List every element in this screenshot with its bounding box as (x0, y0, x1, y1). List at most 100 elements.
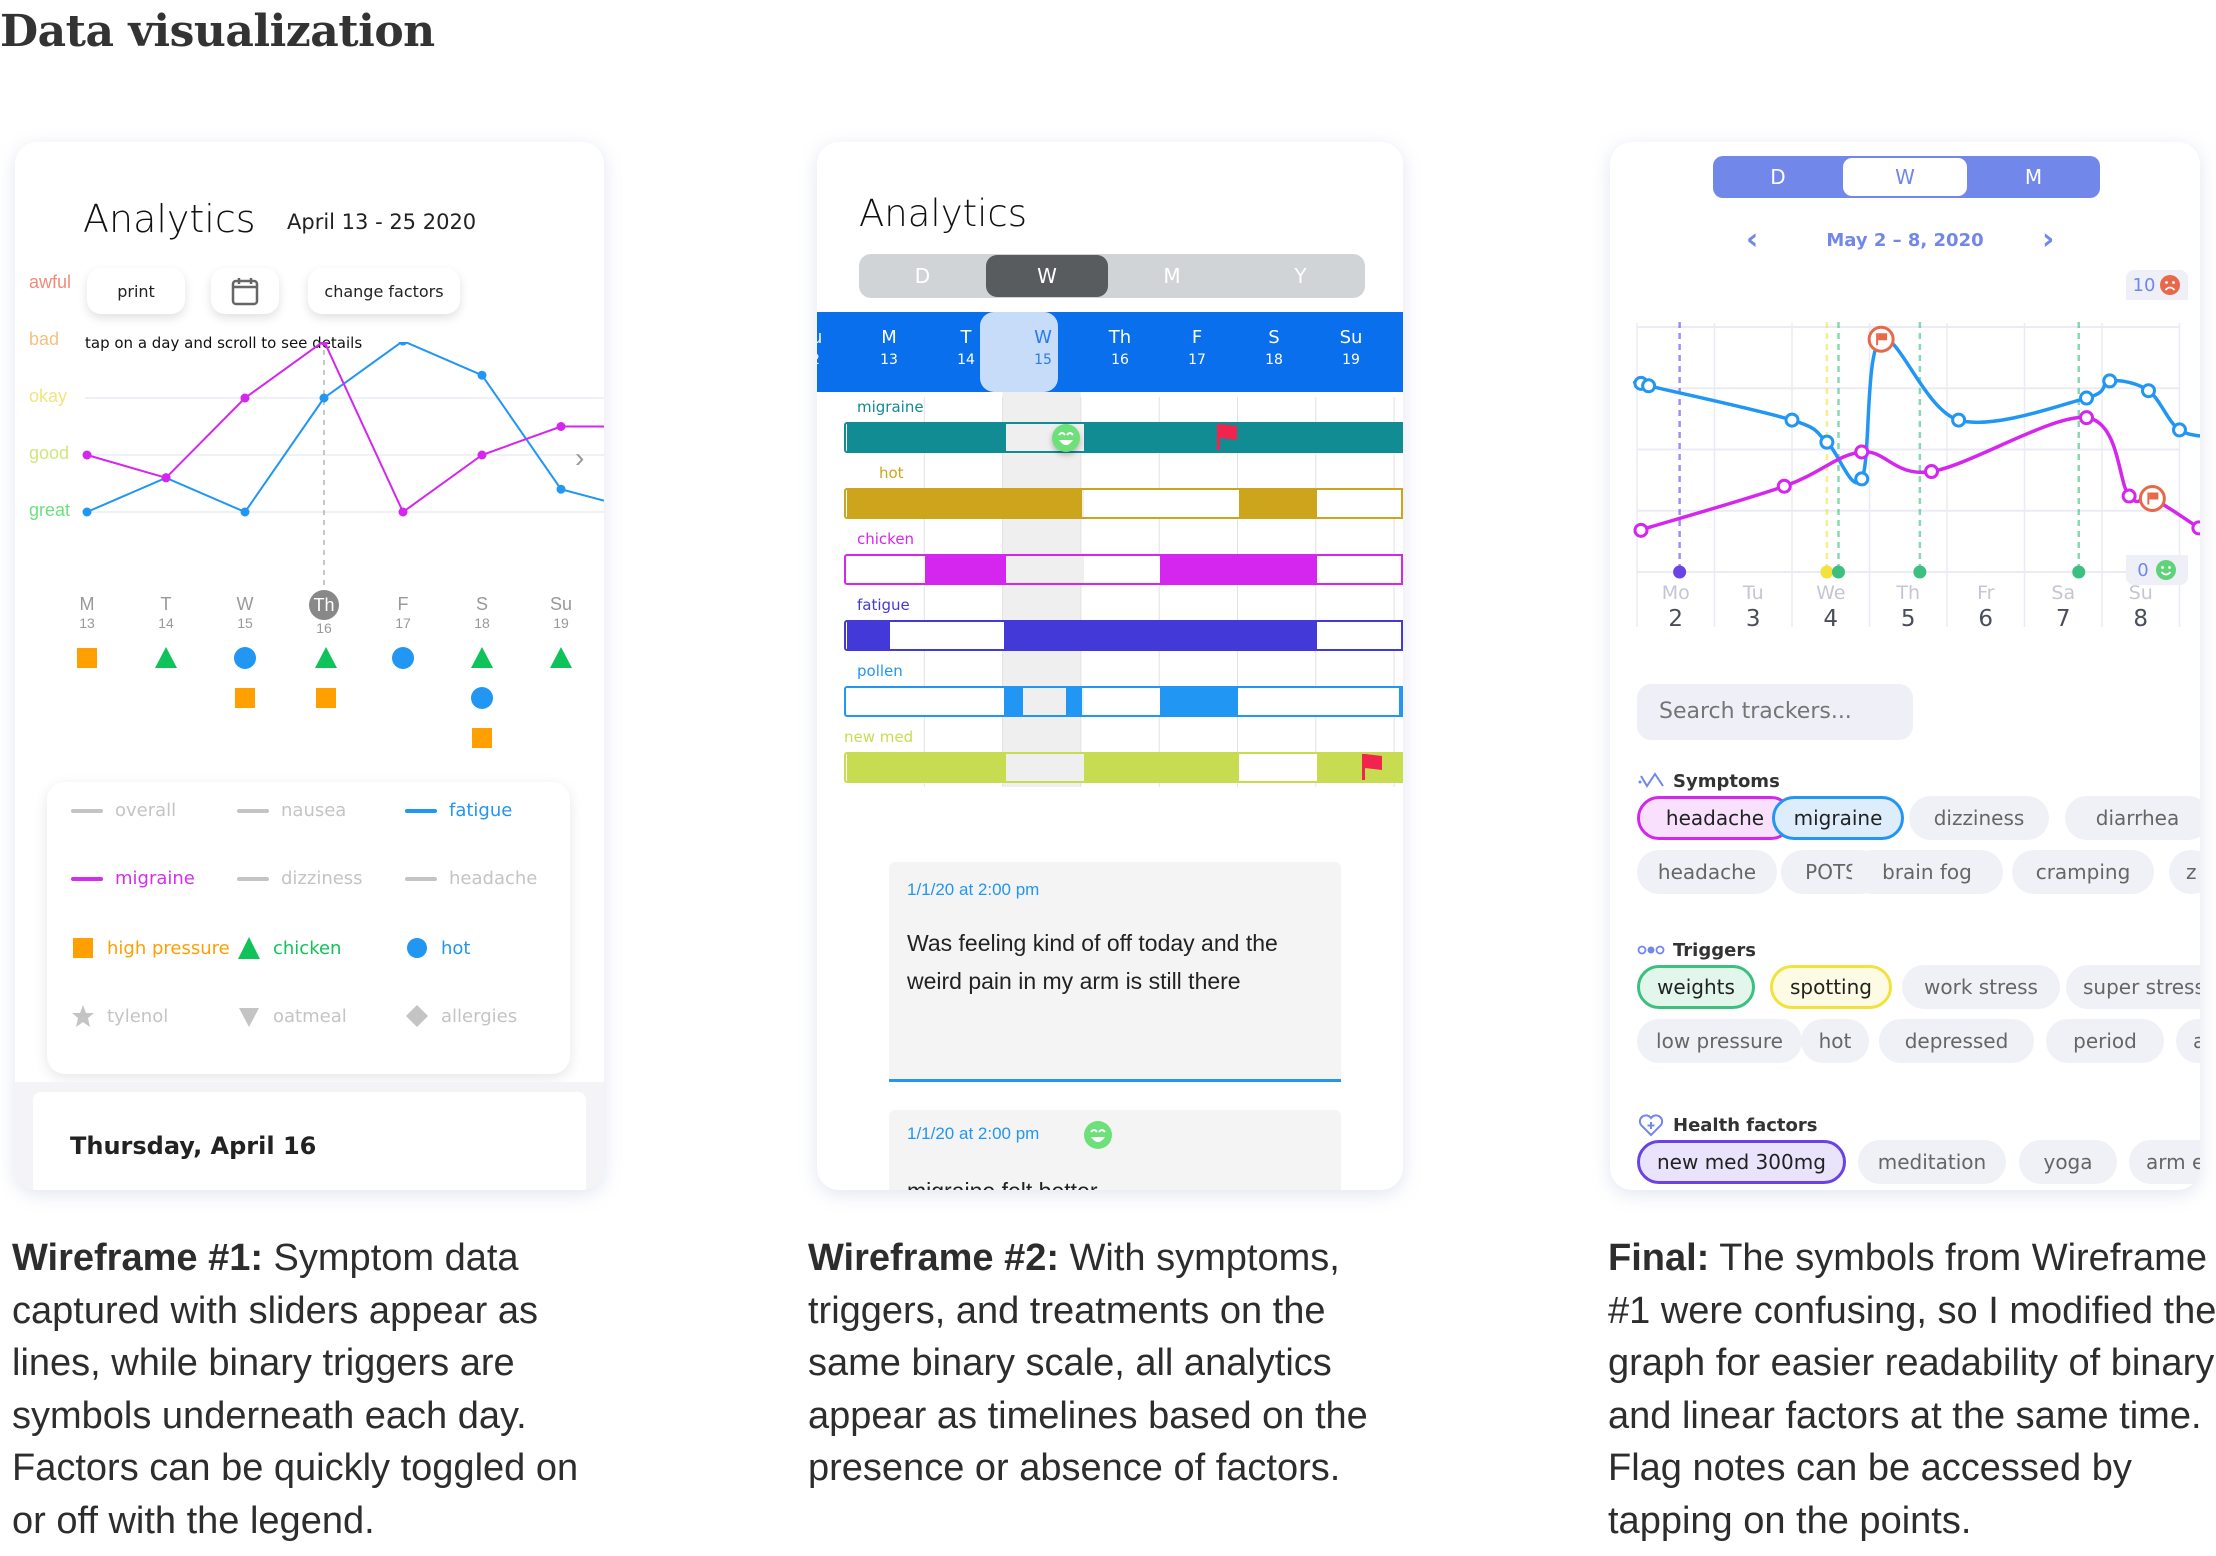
day-th[interactable]: Th 5 (1870, 582, 1948, 632)
legend-item-high-pressure[interactable]: high pressure (71, 936, 230, 960)
flag-note-icon[interactable] (1867, 325, 1895, 353)
day-mo[interactable]: Mo 2 (1637, 582, 1715, 632)
day-f[interactable]: F 17 (383, 594, 423, 631)
happy-face-icon (1084, 1121, 1112, 1149)
calendar-button[interactable] (211, 268, 279, 314)
date-range: April 13 - 25 2020 (287, 210, 477, 234)
legend: overall nausea fatigue migraine dizziness hea… (47, 782, 570, 1074)
tab-year[interactable]: Y (1236, 254, 1365, 298)
tab-month[interactable]: M (1967, 156, 2100, 198)
chip-super-stress[interactable]: super stress (2066, 965, 2200, 1009)
chip-arm-e[interactable]: arm e (2129, 1140, 2200, 1184)
chip-ar[interactable]: ar (2176, 1019, 2200, 1063)
flag-note-icon[interactable] (2138, 485, 2166, 512)
migraine-point (1784, 412, 1800, 428)
marker-dot-weights (1832, 565, 1845, 579)
chip-headache[interactable]: headache (1637, 850, 1777, 894)
chip-hot[interactable]: hot (1801, 1019, 1869, 1063)
chip-z[interactable]: z (2169, 850, 2200, 894)
timeline-new-med[interactable] (844, 752, 1403, 783)
timeline-hot[interactable] (844, 488, 1403, 519)
timeline-pollen[interactable] (844, 686, 1403, 717)
week-day-s[interactable]: S 18 (1242, 327, 1306, 368)
tab-week[interactable]: W (1843, 156, 1967, 198)
legend-item-migraine[interactable]: migraine (71, 868, 195, 889)
note-card[interactable]: 1/1/20 at 2:00 pm migraine felt better (889, 1110, 1341, 1190)
wireframe1-line-chart[interactable] (15, 342, 604, 602)
chip-weights[interactable]: weights (1637, 965, 1755, 1009)
timeline-fatigue[interactable] (844, 620, 1403, 651)
timeline-label-hot: hot (879, 464, 904, 482)
legend-item-chicken[interactable]: chicken (237, 936, 341, 960)
tab-week[interactable]: W (986, 254, 1108, 298)
legend-item-allergies[interactable]: allergies (405, 1004, 517, 1028)
day-w[interactable]: W 15 (225, 594, 265, 631)
chip-brain-fog[interactable]: brain fog (1851, 850, 2003, 894)
day-we[interactable]: We 4 (1792, 582, 1870, 632)
day-partial-next[interactable]: M20 (1379, 327, 1403, 368)
legend-item-oatmeal[interactable]: oatmeal (237, 1004, 347, 1028)
analytics-title: Analytics (859, 192, 1028, 235)
flag-icon[interactable] (1215, 422, 1241, 452)
chip-meditation[interactable]: meditation (1858, 1140, 2006, 1184)
week-day-su[interactable]: Su 19 (1319, 327, 1383, 368)
chevron-right-icon[interactable]: › (575, 442, 584, 474)
week-day-t[interactable]: T 14 (934, 327, 998, 368)
flag-icon[interactable] (1360, 752, 1386, 782)
star-icon (72, 1005, 94, 1027)
high-pressure-symbol (472, 728, 492, 748)
legend-item-headache[interactable]: headache (405, 868, 537, 889)
chip-new-med-300mg[interactable]: new med 300mg (1637, 1140, 1846, 1184)
legend-item-nausea[interactable]: nausea (237, 800, 346, 821)
day-number: 16 (316, 620, 332, 636)
day-partial-prev[interactable]: Su12 (817, 327, 843, 368)
day-t[interactable]: T 14 (146, 594, 186, 631)
day-s[interactable]: S 18 (462, 594, 502, 631)
chip-migraine[interactable]: migraine (1772, 796, 1904, 840)
week-day-f[interactable]: F 17 (1165, 327, 1229, 368)
wireframe-1-card: Analytics April 13 - 25 2020 print chang… (15, 142, 604, 1190)
legend-item-fatigue[interactable]: fatigue (405, 800, 512, 821)
chip-low-pressure[interactable]: low pressure (1637, 1019, 1802, 1063)
note-card[interactable]: 1/1/20 at 2:00 pm Was feeling kind of of… (889, 862, 1341, 1082)
week-day-w[interactable]: W 15 (1011, 327, 1075, 368)
print-button[interactable]: print (87, 268, 185, 314)
day-fr[interactable]: Fr 6 (1947, 582, 2025, 632)
chip-period[interactable]: period (2046, 1019, 2164, 1063)
day-sa[interactable]: Sa 7 (2025, 582, 2103, 632)
day-su[interactable]: Su 19 (541, 594, 581, 631)
chip-spotting[interactable]: spotting (1770, 965, 1892, 1009)
chip-dizziness[interactable]: dizziness (1909, 796, 2049, 840)
tab-month[interactable]: M (1108, 254, 1236, 298)
day-letter: Mo (1661, 582, 1690, 604)
search-trackers-input[interactable] (1637, 684, 1913, 740)
chevron-right-icon[interactable]: › (2042, 222, 2054, 257)
chip-cramping[interactable]: cramping (2012, 850, 2154, 894)
high-pressure-symbol (316, 688, 336, 708)
chip-yoga[interactable]: yoga (2019, 1140, 2117, 1184)
day-tu[interactable]: Tu 3 (1715, 582, 1793, 632)
day-m[interactable]: M 13 (67, 594, 107, 631)
week-day-th[interactable]: Th 16 (1088, 327, 1152, 368)
final-line-chart[interactable] (1610, 297, 2200, 627)
day-su[interactable]: Su 8 (2102, 582, 2180, 632)
change-factors-button[interactable]: change factors (308, 268, 460, 314)
chip-work-stress[interactable]: work stress (1902, 965, 2060, 1009)
legend-item-overall[interactable]: overall (71, 800, 176, 821)
legend-item-tylenol[interactable]: tylenol (71, 1004, 168, 1028)
note-body: Was feeling kind of off today and the we… (907, 930, 1278, 994)
timeline-chicken[interactable] (844, 554, 1403, 585)
legend-item-dizziness[interactable]: dizziness (237, 868, 363, 889)
tab-day[interactable]: D (1713, 156, 1843, 198)
chip-depressed[interactable]: depressed (1879, 1019, 2034, 1063)
day-th[interactable]: Th 16 (304, 590, 344, 636)
day-letter: We (1816, 582, 1846, 604)
legend-item-hot[interactable]: hot (405, 936, 470, 960)
week-day-m[interactable]: M 13 (857, 327, 921, 368)
absent-cell (1005, 556, 1066, 583)
chip-headache[interactable]: headache (1637, 796, 1793, 840)
timeline-migraine[interactable] (844, 422, 1403, 453)
happy-face-icon[interactable] (1051, 423, 1081, 453)
tab-day[interactable]: D (859, 254, 986, 298)
chip-diarrhea[interactable]: diarrhea (2065, 796, 2200, 840)
